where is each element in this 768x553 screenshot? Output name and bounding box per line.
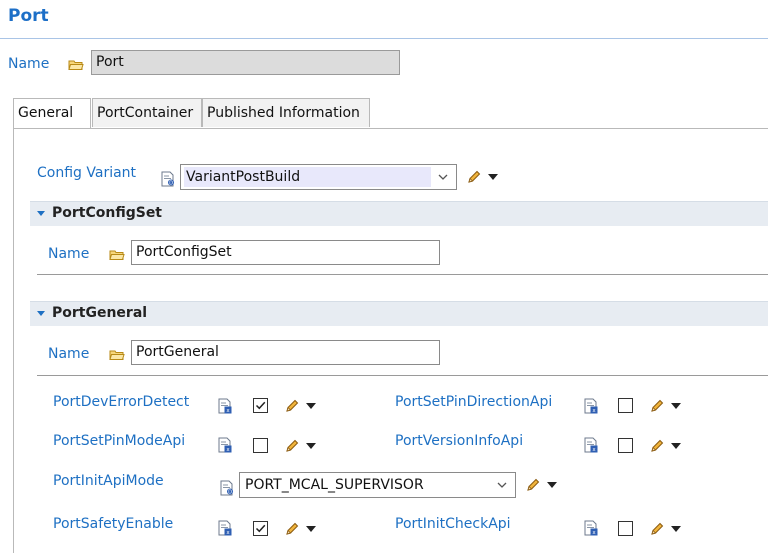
dropdown-arrow-icon[interactable]	[671, 443, 681, 449]
chevron-down-icon	[495, 478, 509, 492]
top-name-field[interactable]: Port	[91, 50, 400, 75]
folder-icon	[68, 59, 84, 71]
checkbox-set-pin-mode-api[interactable]	[253, 438, 268, 453]
page-title: Port	[8, 6, 49, 26]
parameter-doc-icon	[218, 398, 232, 414]
tab-published-information[interactable]: Published Information	[202, 98, 370, 127]
checkmark-icon	[254, 522, 267, 535]
title-divider	[0, 38, 768, 39]
general-name-field[interactable]: PortGeneral	[131, 340, 440, 365]
checkbox-version-info-api[interactable]	[618, 438, 633, 453]
checkbox-init-check-api[interactable]	[618, 521, 633, 536]
config-variant-label: Config Variant	[37, 165, 137, 181]
parameter-doc-icon	[584, 437, 598, 453]
section-divider	[37, 375, 768, 376]
config-set-name-field[interactable]: PortConfigSet	[131, 240, 440, 265]
folder-icon	[109, 249, 125, 261]
checkbox-safety-enable[interactable]	[253, 521, 268, 536]
config-variant-combo[interactable]: VariantPostBuild	[180, 164, 457, 190]
collapse-triangle-icon[interactable]	[37, 211, 45, 216]
dropdown-arrow-icon[interactable]	[547, 482, 557, 488]
pencil-icon[interactable]	[285, 399, 299, 413]
pencil-icon[interactable]	[650, 522, 664, 536]
param-label-init-check-api: PortInitCheckApi	[395, 516, 511, 532]
dropdown-arrow-icon[interactable]	[306, 443, 316, 449]
param-label-dev-error-detect: PortDevErrorDetect	[53, 394, 190, 410]
pencil-icon[interactable]	[467, 170, 481, 184]
parameter-doc-icon	[584, 520, 598, 536]
tab-panel-border	[13, 128, 14, 553]
section-divider	[37, 274, 768, 275]
collapse-triangle-icon[interactable]	[37, 311, 45, 316]
dropdown-arrow-icon[interactable]	[671, 526, 681, 532]
pencil-icon[interactable]	[285, 439, 299, 453]
dropdown-arrow-icon[interactable]	[488, 174, 498, 180]
dropdown-arrow-icon[interactable]	[306, 403, 316, 409]
tab-bar: General PortContainer Published Informat…	[13, 98, 768, 129]
section-title: PortConfigSet	[52, 205, 163, 221]
tab-general[interactable]: General	[13, 98, 91, 128]
init-api-mode-value: PORT_MCAL_SUPERVISOR	[245, 477, 424, 493]
param-label-version-info-api: PortVersionInfoApi	[395, 433, 524, 449]
param-label-set-pin-mode-api: PortSetPinModeApi	[53, 433, 186, 449]
config-set-name-label: Name	[48, 246, 90, 262]
param-label-set-pin-direction-api: PortSetPinDirectionApi	[395, 394, 553, 410]
parameter-doc-icon	[584, 398, 598, 414]
param-label-safety-enable: PortSafetyEnable	[53, 516, 174, 532]
parameter-doc-icon	[220, 480, 234, 496]
chevron-down-icon	[436, 170, 450, 184]
dropdown-arrow-icon[interactable]	[671, 403, 681, 409]
general-name-label: Name	[48, 346, 90, 362]
param-label-init-api-mode: PortInitApiMode	[53, 473, 164, 489]
tab-port-container[interactable]: PortContainer	[92, 98, 202, 127]
section-title: PortGeneral	[52, 305, 148, 321]
section-port-config-set[interactable]: PortConfigSet	[30, 201, 768, 226]
pencil-icon[interactable]	[285, 522, 299, 536]
parameter-doc-icon	[218, 437, 232, 453]
checkbox-set-pin-direction-api[interactable]	[618, 398, 633, 413]
section-port-general[interactable]: PortGeneral	[30, 301, 768, 326]
pencil-icon[interactable]	[650, 439, 664, 453]
parameter-doc-icon	[161, 171, 175, 187]
top-name-label: Name	[8, 56, 50, 72]
pencil-icon[interactable]	[650, 399, 664, 413]
parameter-doc-icon	[218, 520, 232, 536]
checkbox-dev-error-detect[interactable]	[253, 398, 268, 413]
dropdown-arrow-icon[interactable]	[306, 526, 316, 532]
checkmark-icon	[254, 399, 267, 412]
folder-icon	[109, 349, 125, 361]
pencil-icon[interactable]	[526, 478, 540, 492]
init-api-mode-combo[interactable]: PORT_MCAL_SUPERVISOR	[239, 472, 516, 498]
config-variant-value: VariantPostBuild	[184, 167, 431, 187]
